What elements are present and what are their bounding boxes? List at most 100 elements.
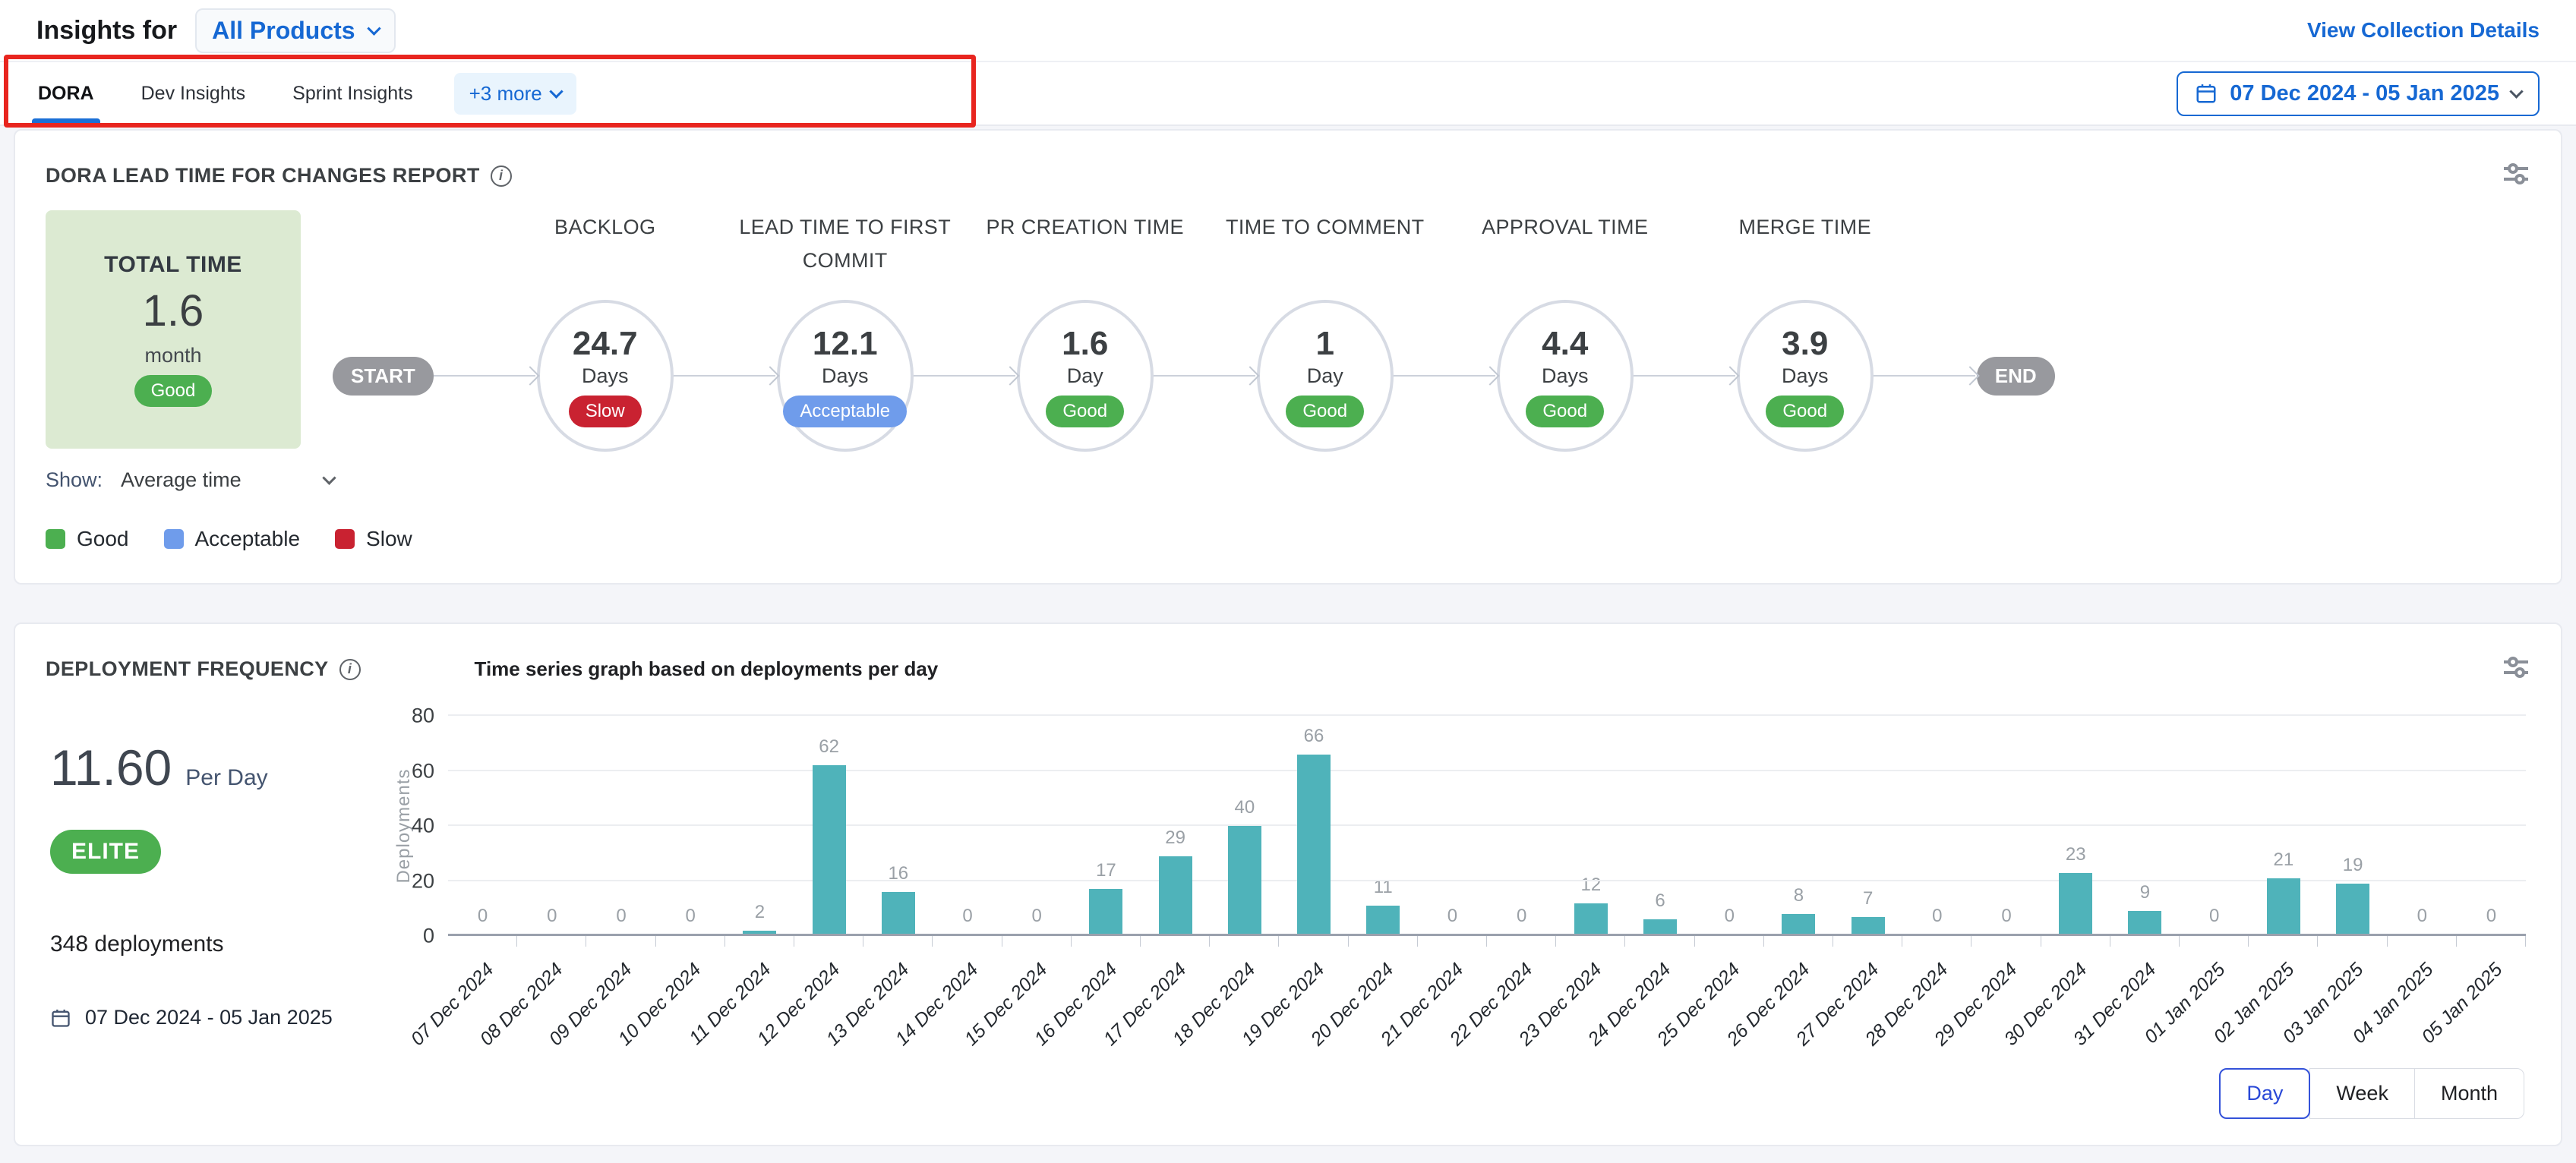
tab-dora[interactable]: DORA [36, 65, 96, 123]
bar-slot: 0 [2388, 716, 2457, 936]
flow-arrow [674, 300, 777, 452]
bar-slot: 19 [2318, 716, 2387, 936]
bar [882, 892, 915, 936]
legend-label: Good [77, 527, 129, 551]
lead-time-card: DORA LEAD TIME FOR CHANGES REPORT i TOTA… [14, 129, 2562, 585]
arrow-head-icon [1960, 366, 1979, 385]
stage-status-badge: Good [1046, 396, 1124, 427]
header-top-row: Insights for All Products View Collectio… [0, 0, 2576, 62]
show-value-dropdown[interactable]: Average time [121, 468, 242, 492]
bar-value-label: 0 [2209, 906, 2219, 927]
date-range-value: 07 Dec 2024 - 05 Jan 2025 [2230, 81, 2499, 106]
legend-label: Slow [366, 527, 412, 551]
y-tick-label: 60 [412, 759, 434, 783]
flow-arrow [434, 300, 537, 452]
granularity-week-button[interactable]: Week [2309, 1068, 2415, 1119]
bar [813, 765, 846, 936]
bar [1366, 906, 1400, 936]
arrow-head-icon [520, 366, 539, 385]
bar-slot: 12 [1556, 716, 1625, 936]
info-icon[interactable]: i [339, 659, 361, 680]
bar-value-label: 2 [755, 902, 765, 923]
chevron-down-icon[interactable] [322, 471, 336, 484]
bar-value-label: 23 [2066, 844, 2086, 865]
bar [2128, 911, 2161, 936]
arrow-head-icon [1480, 366, 1499, 385]
stage-label: LEAD TIME TO FIRST COMMIT [720, 210, 971, 300]
legend-swatch [335, 529, 355, 549]
bar [2336, 884, 2369, 936]
bar-value-label: 62 [819, 736, 839, 758]
bar-value-label: 6 [1655, 890, 1665, 912]
stage-time-to-comment: TIME TO COMMENT1DayGood [1257, 210, 1394, 452]
stage-value: 12.1 [813, 325, 878, 363]
legend-item-slow: Slow [335, 527, 412, 551]
tab-list: DORA Dev Insights Sprint Insights [36, 65, 415, 123]
stage-circle: 1.6DayGood [1017, 300, 1154, 452]
flow-arrow [1874, 300, 1977, 452]
bar-value-label: 0 [547, 906, 557, 927]
bar-value-label: 21 [2274, 849, 2294, 871]
gridline [448, 934, 2526, 936]
chart-settings-icon[interactable] [2502, 161, 2530, 191]
bar-value-label: 9 [2140, 882, 2150, 903]
tab-dev-insights[interactable]: Dev Insights [140, 65, 248, 123]
total-time-value: 1.6 [143, 285, 204, 336]
bar-slot: 0 [586, 716, 655, 936]
bar [1297, 755, 1331, 936]
bar [2059, 873, 2092, 936]
bar-slot: 0 [448, 716, 517, 936]
bar-slot: 0 [1902, 716, 1971, 936]
flow-arrow [1394, 300, 1497, 452]
elite-badge: ELITE [50, 830, 161, 874]
chart-settings-icon[interactable] [2502, 654, 2530, 684]
bar-value-label: 7 [1863, 888, 1873, 909]
deployment-frequency-card: DEPLOYMENT FREQUENCY i Time series graph… [14, 622, 2562, 1146]
bar [1159, 856, 1192, 936]
lead-time-card-title: DORA LEAD TIME FOR CHANGES REPORT i [46, 164, 512, 188]
bar-value-label: 0 [478, 906, 488, 927]
bar-slot: 17 [1072, 716, 1141, 936]
stage-backlog: BACKLOG24.7DaysSlow [537, 210, 674, 452]
stage-circle: 12.1DaysAcceptable [777, 300, 914, 452]
bar-slot: 8 [1764, 716, 1833, 936]
bar-slot: 23 [2041, 716, 2110, 936]
bars-container: 0000262160017294066110012608700239021190… [448, 716, 2526, 936]
total-time-status-badge: Good [134, 375, 213, 407]
granularity-day-button[interactable]: Day [2219, 1068, 2310, 1119]
date-range-picker[interactable]: 07 Dec 2024 - 05 Jan 2025 [2177, 71, 2540, 116]
bar-value-label: 0 [616, 906, 626, 927]
legend-item-good: Good [46, 527, 129, 551]
stage-merge-time: MERGE TIME3.9DaysGood [1737, 210, 1874, 452]
bar-slot: 0 [517, 716, 586, 936]
lead-time-flow: START BACKLOG24.7DaysSlow LEAD TIME TO FIR… [333, 210, 2055, 452]
stage-label: TIME TO COMMENT [1200, 210, 1451, 300]
y-tick-label: 40 [412, 815, 434, 838]
bar-value-label: 66 [1304, 726, 1324, 747]
arrow-head-icon [1720, 366, 1739, 385]
deployment-rate-value: 11.60 [50, 739, 172, 796]
bar-value-label: 0 [962, 906, 972, 927]
gridline [448, 714, 2526, 716]
granularity-toggle: DayWeekMonth [2220, 1068, 2524, 1119]
granularity-month-button[interactable]: Month [2414, 1068, 2524, 1119]
flow-start-pill: START [333, 357, 434, 396]
bar [1574, 903, 1608, 937]
stage-pr-creation-time: PR CREATION TIME1.6DayGood [1017, 210, 1154, 452]
bar-slot: 7 [1833, 716, 1902, 936]
view-collection-details-link[interactable]: View Collection Details [2307, 18, 2540, 43]
bar-slot: 16 [863, 716, 933, 936]
flow-arrow [1634, 300, 1737, 452]
more-tabs-button[interactable]: +3 more [454, 73, 576, 115]
bar-slot: 0 [1418, 716, 1487, 936]
flow-start: START [333, 300, 434, 452]
bar-value-label: 16 [888, 863, 908, 884]
tab-sprint-insights[interactable]: Sprint Insights [291, 65, 414, 123]
product-selector[interactable]: All Products [195, 8, 395, 53]
plot-area: Deployments 0000262160017294066110012608… [448, 716, 2526, 936]
bar-slot: 0 [2180, 716, 2249, 936]
info-icon[interactable]: i [491, 165, 512, 187]
bar-value-label: 0 [2486, 906, 2496, 927]
bar-slot: 66 [1279, 716, 1348, 936]
bar-slot: 11 [1349, 716, 1418, 936]
